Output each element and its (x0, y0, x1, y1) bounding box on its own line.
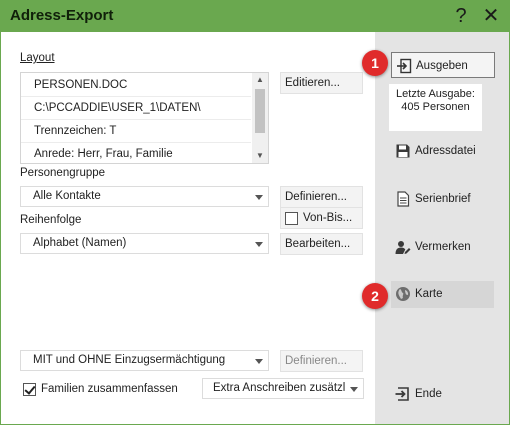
save-disk-icon (396, 144, 410, 158)
close-button[interactable]: ✕ (478, 4, 504, 28)
layout-edit-button[interactable]: Editieren... (280, 72, 363, 94)
reihenfolge-value: Alphabet (Namen) (33, 237, 127, 249)
chevron-down-icon (250, 234, 268, 253)
list-item[interactable]: Anrede: Herr, Frau, Familie (21, 142, 251, 163)
list-item[interactable]: Trennzeichen: T (21, 119, 251, 143)
ende-button[interactable]: Ende (391, 381, 495, 407)
von-bis-label: Von-Bis... (303, 212, 353, 224)
layout-listbox[interactable]: PERSONEN.DOC C:\PCCADDIE\USER_1\DATEN\ T… (20, 72, 269, 164)
help-button[interactable]: ? (448, 4, 474, 28)
last-export-info: Letzte Ausgabe: 405 Personen (389, 84, 482, 131)
last-export-count: 405 Personen (401, 101, 470, 113)
document-icon (397, 191, 410, 207)
karte-button[interactable]: Karte (391, 281, 494, 308)
extra-anschreiben-value: Extra Anschreiben zusätzl (213, 382, 345, 394)
chevron-down-icon (250, 187, 268, 206)
personengruppe-define-button[interactable]: Definieren... (280, 186, 363, 208)
globe-icon (396, 287, 410, 301)
reihenfolge-edit-button[interactable]: Bearbeiten... (280, 233, 363, 255)
step-badge-1: 1 (362, 50, 388, 76)
ausgeben-label: Ausgeben (416, 60, 468, 72)
listbox-scrollbar[interactable]: ▲ ▼ (252, 73, 268, 163)
adress-export-window: Adress-Export ? ✕ Layout PERSONEN.DOC C:… (0, 0, 510, 425)
familien-label[interactable]: Familien zusammenfassen (41, 383, 178, 395)
scroll-thumb[interactable] (255, 89, 265, 133)
chevron-down-icon (250, 351, 268, 370)
scroll-up-icon[interactable]: ▲ (252, 73, 268, 87)
extra-anschreiben-select[interactable]: Extra Anschreiben zusätzl (202, 378, 364, 399)
familien-checkbox[interactable] (23, 383, 36, 396)
window-title: Adress-Export (10, 7, 114, 24)
list-item[interactable]: C:\PCCADDIE\USER_1\DATEN\ (21, 96, 251, 120)
chevron-down-icon (345, 379, 363, 398)
adressdatei-label: Adressdatei (415, 145, 476, 157)
vermerken-label: Vermerken (415, 241, 471, 253)
layout-edit-label: Editieren... (285, 77, 340, 89)
list-item[interactable]: PERSONEN.DOC (21, 73, 251, 97)
serienbrief-label: Serienbrief (415, 193, 471, 205)
ende-label: Ende (415, 388, 442, 400)
vermerken-button[interactable]: Vermerken (391, 234, 495, 260)
adressdatei-button[interactable]: Adressdatei (391, 138, 495, 164)
ausgeben-button[interactable]: Ausgeben (391, 52, 495, 78)
einzug-select[interactable]: MIT und OHNE Einzugsermächtigung (20, 350, 269, 371)
einzug-define-button[interactable]: Definieren... (280, 350, 363, 372)
von-bis-checkbox[interactable] (285, 212, 298, 225)
von-bis-button[interactable]: Von-Bis... (280, 207, 363, 229)
layout-label: Layout (20, 52, 55, 64)
title-bar: Adress-Export ? ✕ (1, 1, 509, 32)
personengruppe-select[interactable]: Alle Kontakte (20, 186, 269, 207)
exit-icon (395, 387, 409, 401)
user-edit-icon (395, 241, 411, 254)
personengruppe-label: Personengruppe (20, 167, 106, 179)
last-export-caption: Letzte Ausgabe: (396, 88, 475, 100)
step-badge-2: 2 (362, 283, 388, 309)
export-icon (397, 58, 412, 74)
reihenfolge-select[interactable]: Alphabet (Namen) (20, 233, 269, 254)
einzug-value: MIT und OHNE Einzugsermächtigung (33, 354, 226, 366)
scroll-down-icon[interactable]: ▼ (252, 149, 268, 163)
serienbrief-button[interactable]: Serienbrief (391, 186, 495, 212)
karte-label: Karte (415, 288, 443, 300)
personengruppe-value: Alle Kontakte (33, 190, 101, 202)
reihenfolge-label: Reihenfolge (20, 214, 82, 226)
